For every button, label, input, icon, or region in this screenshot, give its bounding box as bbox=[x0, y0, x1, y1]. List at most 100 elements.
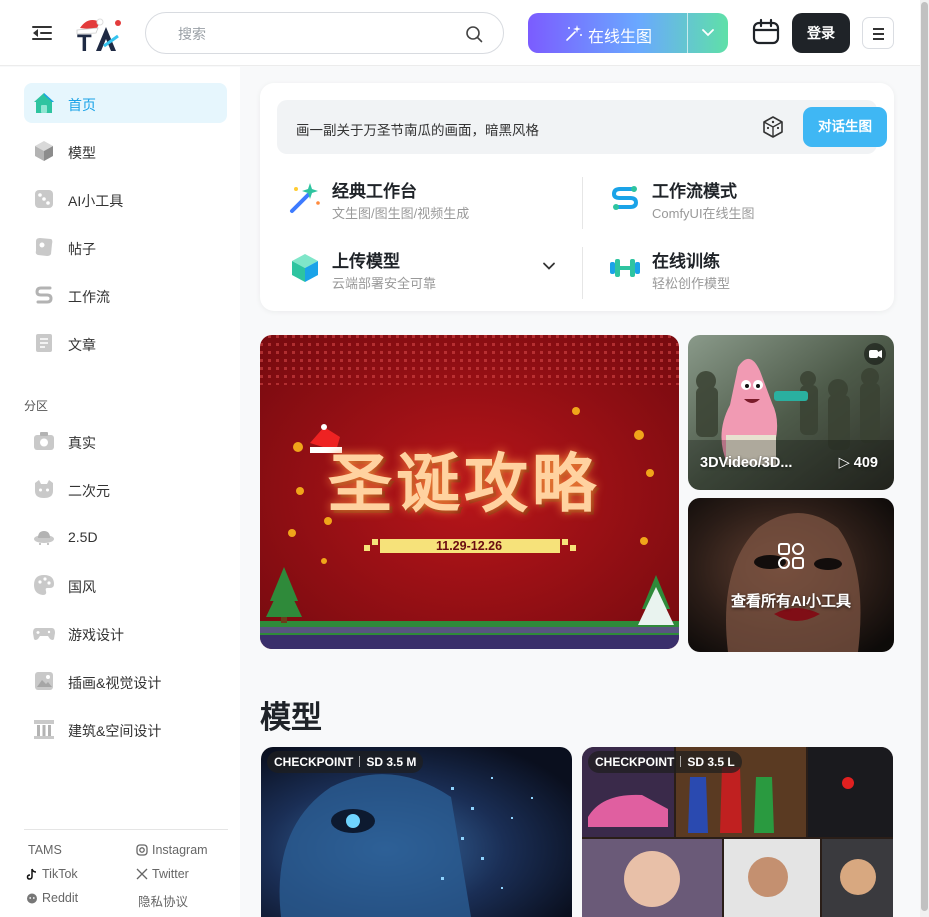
reddit-icon bbox=[27, 893, 37, 904]
feature-workflow-mode[interactable]: 工作流模式 ComfyUI在线生图 bbox=[608, 171, 898, 227]
footer-link-tiktok[interactable]: TikTok bbox=[26, 867, 78, 881]
sidebar-item-game-design[interactable]: 游戏设计 bbox=[24, 613, 227, 653]
sidebar-item-chinese-style[interactable]: 国风 bbox=[24, 565, 227, 605]
login-button[interactable]: 登录 bbox=[792, 13, 850, 53]
sidebar-item-2-5d[interactable]: 2.5D bbox=[24, 517, 227, 557]
sidebar-item-models[interactable]: 模型 bbox=[24, 131, 227, 171]
sidebar: 首页 模型 AI小工具 帖子 工作流 文章 分区 真实 二次元 2.5D 国风 … bbox=[0, 67, 240, 917]
twitter-label: Twitter bbox=[152, 867, 189, 881]
site-logo[interactable]: T bbox=[74, 14, 124, 57]
footer-link-twitter[interactable]: Twitter bbox=[136, 867, 189, 881]
prompt-suggestion-text[interactable]: 画一副关于万圣节南瓜的画面，暗黑风格 bbox=[296, 119, 539, 139]
model-card[interactable]: CHECKPOINT SD 3.5 L bbox=[582, 747, 893, 917]
feature-title: 在线训练 bbox=[652, 252, 720, 271]
page-scrollbar[interactable] bbox=[920, 0, 929, 917]
sidebar-item-home[interactable]: 首页 bbox=[24, 83, 227, 123]
dice-icon bbox=[35, 190, 53, 208]
tile-thumbnail bbox=[688, 498, 894, 652]
footer-link-instagram[interactable]: Instagram bbox=[136, 843, 208, 857]
tile-label: 查看所有AI小工具 bbox=[730, 593, 851, 610]
search-box[interactable] bbox=[145, 12, 504, 54]
sidebar-item-architecture[interactable]: 建筑&空间设计 bbox=[24, 709, 227, 749]
model-base: SD 3.5 L bbox=[687, 755, 735, 769]
feature-subtitle: 文生图/图生图/视频生成 bbox=[332, 206, 470, 221]
sidebar-item-anime[interactable]: 二次元 bbox=[24, 469, 227, 509]
quick-actions-card: 画一副关于万圣节南瓜的画面，暗黑风格 对话生图 经典工作台 文生图/图生图/视频… bbox=[260, 83, 894, 311]
model-type-tag: CHECKPOINT SD 3.5 M bbox=[267, 751, 424, 773]
sidebar-item-workflow[interactable]: 工作流 bbox=[24, 275, 227, 315]
generate-dropdown-toggle[interactable] bbox=[688, 13, 728, 53]
sidebar-item-posts[interactable]: 帖子 bbox=[24, 227, 227, 267]
footer-link-privacy[interactable]: 隐私协议 bbox=[138, 891, 188, 910]
online-generate-button[interactable]: 在线生图 bbox=[528, 13, 728, 53]
search-icon[interactable] bbox=[465, 25, 483, 43]
feature-subtitle: ComfyUI在线生图 bbox=[652, 206, 755, 221]
banner-title: 圣诞攻略 bbox=[328, 448, 600, 522]
feature-title: 经典工作台 bbox=[332, 182, 417, 201]
svg-text:T: T bbox=[77, 30, 92, 54]
anime-face-icon bbox=[35, 480, 53, 498]
reddit-label: Reddit bbox=[42, 891, 79, 905]
palette-icon bbox=[34, 575, 54, 595]
upload-cube-icon bbox=[292, 254, 318, 282]
sidebar-item-label: 插画&视觉设计 bbox=[68, 675, 162, 691]
sidebar-item-ai-tools[interactable]: AI小工具 bbox=[24, 179, 227, 219]
feature-subtitle: 云端部署安全可靠 bbox=[332, 276, 437, 291]
random-prompt-dice-icon[interactable] bbox=[762, 116, 784, 138]
model-type: CHECKPOINT bbox=[274, 755, 354, 769]
scrollbar-thumb[interactable] bbox=[921, 2, 928, 911]
tiktok-label: TikTok bbox=[42, 867, 78, 881]
feature-classic-workbench[interactable]: 经典工作台 文生图/图生图/视频生成 bbox=[288, 171, 578, 227]
sidebar-item-label: 首页 bbox=[68, 97, 96, 113]
post-icon bbox=[35, 238, 53, 256]
column-icon bbox=[34, 720, 54, 739]
x-twitter-icon bbox=[136, 868, 148, 880]
sidebar-item-label: 游戏设计 bbox=[68, 627, 124, 643]
article-icon bbox=[36, 334, 52, 352]
feature-online-training[interactable]: 在线训练 轻松创作模型 bbox=[608, 241, 898, 297]
sidebar-item-label: AI小工具 bbox=[68, 193, 124, 209]
online-generate-main[interactable]: 在线生图 bbox=[528, 13, 687, 53]
search-input[interactable] bbox=[178, 23, 458, 45]
section-title-models: 模型 bbox=[260, 700, 322, 735]
ufo-icon bbox=[34, 531, 54, 545]
christmas-event-banner[interactable]: 圣诞攻略 11.29-12.26 bbox=[260, 335, 679, 649]
sidebar-item-articles[interactable]: 文章 bbox=[24, 323, 227, 363]
chevron-down-icon[interactable] bbox=[542, 259, 556, 273]
model-type: CHECKPOINT bbox=[595, 755, 675, 769]
footer-divider bbox=[24, 829, 228, 830]
sidebar-item-label: 模型 bbox=[68, 145, 96, 161]
app-grid-icon bbox=[778, 543, 804, 569]
tile-name: 3DVideo/3D... bbox=[700, 455, 793, 471]
footer-link-reddit[interactable]: Reddit bbox=[26, 891, 78, 905]
sidebar-item-label: 建筑&空间设计 bbox=[68, 723, 162, 739]
collapse-sidebar-icon[interactable] bbox=[32, 23, 54, 43]
sidebar-item-label: 2.5D bbox=[68, 529, 98, 545]
sidebar-item-label: 二次元 bbox=[68, 483, 110, 499]
sidebar-item-realistic[interactable]: 真实 bbox=[24, 421, 227, 461]
calendar-icon[interactable] bbox=[752, 18, 780, 46]
model-card[interactable]: CHECKPOINT SD 3.5 M bbox=[261, 747, 572, 917]
video-workflow-tile[interactable]: 3DVideo/3D... ▷ 409 bbox=[688, 335, 894, 490]
more-menu-icon[interactable] bbox=[862, 17, 894, 49]
tiktok-icon bbox=[26, 868, 37, 880]
chat-generate-button[interactable]: 对话生图 bbox=[803, 107, 887, 147]
feature-title: 工作流模式 bbox=[652, 182, 737, 201]
sidebar-item-label: 真实 bbox=[68, 435, 96, 451]
prompt-bar[interactable]: 画一副关于万圣节南瓜的画面，暗黑风格 对话生图 bbox=[277, 100, 887, 154]
all-ai-tools-tile[interactable]: 查看所有AI小工具 bbox=[688, 498, 894, 652]
section-label-categories: 分区 bbox=[24, 399, 49, 413]
top-header: T 在线生图 登录 bbox=[0, 0, 929, 66]
video-camera-icon bbox=[864, 343, 886, 365]
magic-wand-icon bbox=[290, 183, 320, 213]
sidebar-item-illustration[interactable]: 插画&视觉设计 bbox=[24, 661, 227, 701]
sidebar-item-label: 帖子 bbox=[68, 241, 96, 257]
feature-divider bbox=[582, 247, 583, 299]
footer-link-tams[interactable]: TAMS bbox=[28, 843, 62, 857]
feature-title: 上传模型 bbox=[332, 252, 400, 271]
instagram-icon bbox=[136, 844, 148, 856]
dumbbell-icon bbox=[610, 259, 640, 277]
chevron-down-icon bbox=[702, 29, 714, 37]
sidebar-item-label: 工作流 bbox=[68, 289, 110, 305]
feature-upload-model[interactable]: 上传模型 云端部署安全可靠 bbox=[288, 241, 578, 297]
